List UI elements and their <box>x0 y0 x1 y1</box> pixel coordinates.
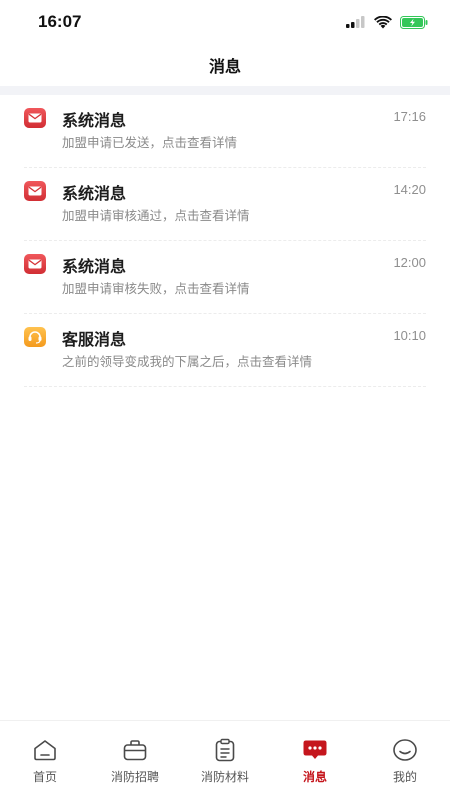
tab-materials[interactable]: 消防材料 <box>180 721 270 800</box>
tab-profile[interactable]: 我的 <box>360 721 450 800</box>
message-title: 客服消息 <box>62 330 127 349</box>
signal-icon <box>346 16 365 28</box>
wifi-icon <box>374 15 392 28</box>
message-title: 系统消息 <box>62 111 127 130</box>
message-desc: 之前的领导变成我的下属之后，点击查看详情 <box>62 354 313 369</box>
tab-label: 消息 <box>302 770 327 784</box>
chat-icon <box>302 738 328 762</box>
message-time: 17:16 <box>393 109 426 124</box>
messages-screen: 16:07 消息 系统消息 加盟申请已发送，点击查看详情 17:16 系统消息 … <box>0 0 450 800</box>
customer-service-icon <box>24 327 46 347</box>
message-list: 系统消息 加盟申请已发送，点击查看详情 17:16 系统消息 加盟申请审核通过，… <box>24 95 426 387</box>
tab-label: 我的 <box>392 770 417 784</box>
message-item[interactable]: 系统消息 加盟申请已发送，点击查看详情 17:16 <box>24 95 426 168</box>
message-item[interactable]: 系统消息 加盟申请审核失败，点击查看详情 12:00 <box>24 241 426 314</box>
message-item[interactable]: 系统消息 加盟申请审核通过，点击查看详情 14:20 <box>24 168 426 241</box>
header-divider <box>0 86 450 95</box>
message-time: 12:00 <box>393 255 426 270</box>
briefcase-icon <box>122 738 148 762</box>
battery-icon <box>400 15 428 29</box>
smiley-icon <box>392 738 418 762</box>
message-time: 14:20 <box>393 182 426 197</box>
message-title: 系统消息 <box>62 257 127 276</box>
tab-home[interactable]: 首页 <box>0 721 90 800</box>
home-icon <box>32 738 58 762</box>
message-title: 系统消息 <box>62 184 127 203</box>
status-bar: 16:07 <box>0 0 450 44</box>
status-time: 16:07 <box>38 12 82 31</box>
tab-recruitment[interactable]: 消防招聘 <box>90 721 180 800</box>
tab-messages[interactable]: 消息 <box>270 721 360 800</box>
tab-label: 首页 <box>32 770 57 784</box>
tab-label: 消防招聘 <box>110 770 159 784</box>
message-desc: 加盟申请已发送，点击查看详情 <box>62 135 238 150</box>
tab-label: 消防材料 <box>200 770 249 784</box>
tab-bar: 首页 消防招聘 消防材料 消息 我的 <box>0 720 450 800</box>
nav-bar: 消息 <box>0 44 450 86</box>
message-desc: 加盟申请审核失败，点击查看详情 <box>62 281 250 296</box>
mail-icon <box>24 108 46 128</box>
clipboard-icon <box>212 738 238 762</box>
status-icons <box>346 14 428 30</box>
message-item[interactable]: 客服消息 之前的领导变成我的下属之后，点击查看详情 10:10 <box>24 314 426 387</box>
message-desc: 加盟申请审核通过，点击查看详情 <box>62 208 250 223</box>
mail-icon <box>24 181 46 201</box>
message-time: 10:10 <box>393 328 426 343</box>
mail-icon <box>24 254 46 274</box>
page-title: 消息 <box>208 57 241 76</box>
